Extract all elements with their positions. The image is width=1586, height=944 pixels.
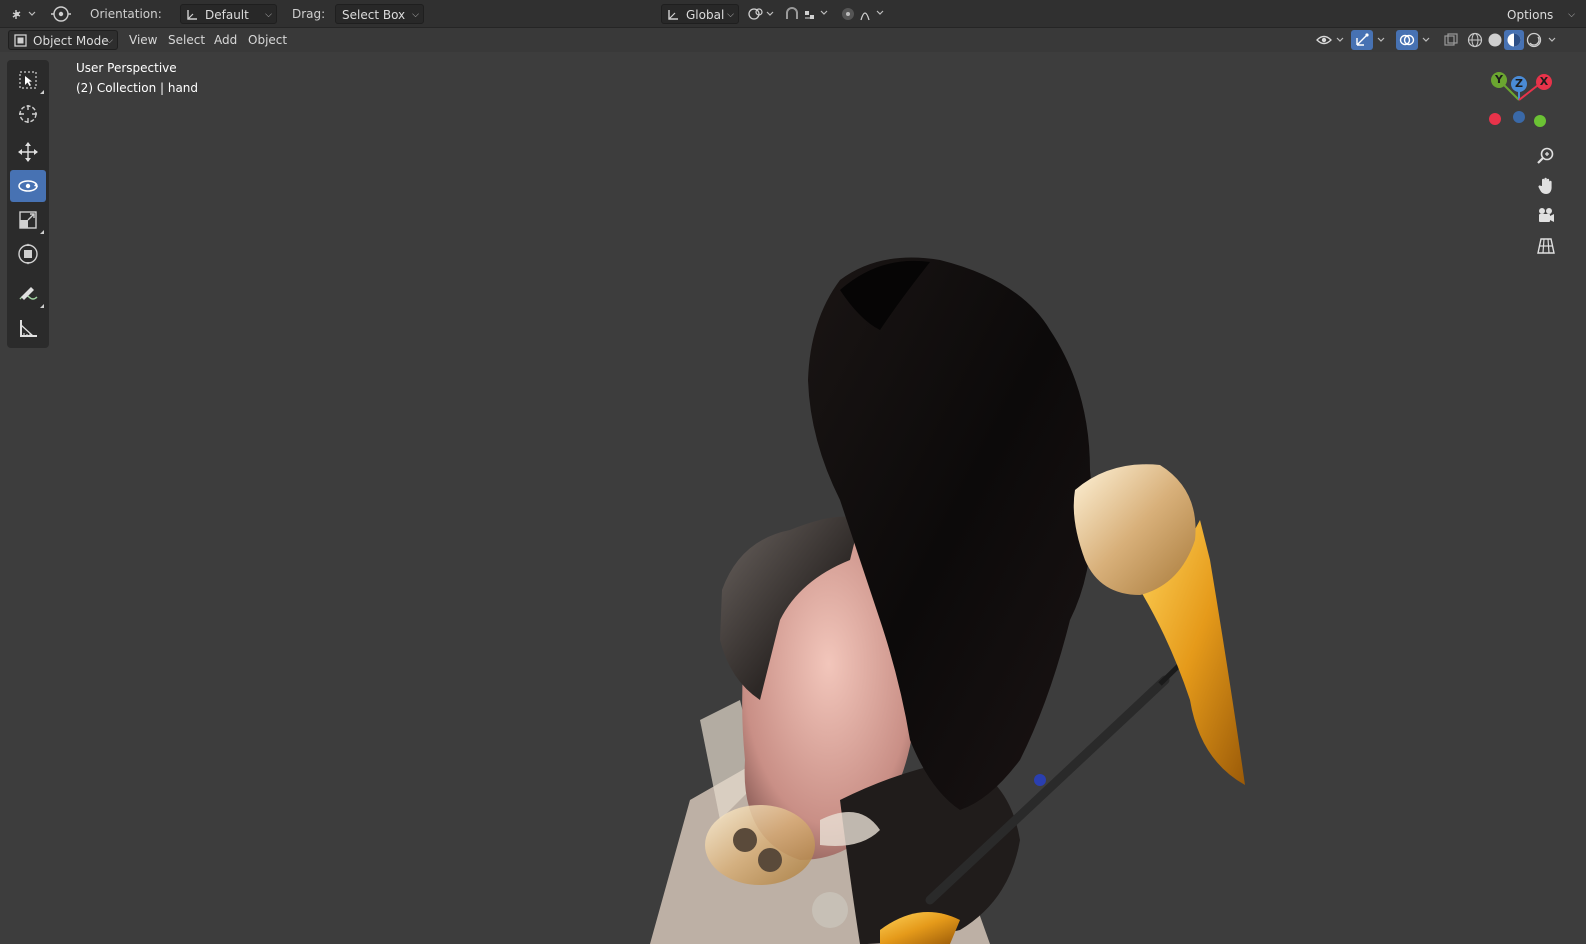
transform-pivot-button[interactable] (48, 4, 74, 24)
material-shading-button[interactable] (1504, 30, 1524, 50)
pivot-point-dropdown[interactable] (746, 4, 776, 24)
gizmo-axis-z[interactable]: Z (1511, 76, 1527, 92)
gizmo-axis-x[interactable]: X (1536, 74, 1552, 90)
perspective-toggle-button[interactable] (1532, 232, 1560, 260)
transform-orientation-value: Global (686, 8, 725, 22)
tool-scale[interactable] (10, 204, 46, 236)
gizmo-neg-z[interactable] (1513, 111, 1525, 123)
gizmo-icon (1354, 32, 1370, 48)
proportional-editing-toggle[interactable] (838, 4, 888, 24)
orientation-value: Default (205, 8, 249, 22)
tool-measure[interactable] (10, 312, 46, 344)
material-shading-icon (1506, 32, 1522, 48)
tool-rotate[interactable] (10, 170, 46, 202)
viewport-perspective-label: User Perspective (76, 61, 177, 75)
xray-toggle[interactable] (1441, 30, 1461, 50)
overlay-icon (1399, 32, 1415, 48)
chevron-down-icon: ⌵ (106, 36, 113, 46)
camera-view-button[interactable] (1532, 202, 1560, 230)
overlay-toggle[interactable] (1396, 30, 1418, 50)
editor-type-button[interactable] (8, 4, 40, 24)
drag-label: Drag: (292, 7, 326, 21)
gizmo-dropdown[interactable] (1373, 30, 1389, 50)
tool-expand-indicator (40, 304, 44, 308)
chevron-down-icon: ⌵ (265, 10, 272, 20)
transform-orientation-dropdown[interactable]: Global ⌵ (661, 4, 739, 24)
chevron-down-icon: ⌵ (412, 10, 419, 20)
mode-value: Object Mode (33, 34, 109, 48)
menu-object[interactable]: Object (244, 30, 291, 50)
selectability-visibility-dropdown[interactable] (1314, 30, 1348, 50)
scale-icon (18, 210, 38, 230)
zoom-icon (1536, 146, 1556, 166)
wireframe-shading-button[interactable] (1465, 30, 1485, 50)
gizmo-neg-x[interactable] (1489, 113, 1501, 125)
tool-expand-indicator (40, 230, 44, 234)
orientation-dropdown[interactable]: Default ⌵ (180, 4, 277, 24)
tool-annotate[interactable] (10, 278, 46, 310)
pivot-icon (747, 7, 775, 21)
3d-viewport[interactable]: User Perspective (2) Collection | hand Y… (0, 52, 1586, 944)
snap-icon (783, 6, 831, 22)
rendered-shading-icon (1526, 32, 1542, 48)
editor-type-icon (11, 7, 37, 21)
rotate-icon (17, 175, 39, 197)
camera-icon (1536, 206, 1556, 226)
menu-view[interactable]: View (125, 30, 161, 50)
solid-shading-button[interactable] (1485, 30, 1505, 50)
zoom-button[interactable] (1532, 142, 1560, 170)
chevron-down-icon (1376, 35, 1386, 45)
options-dropdown[interactable]: Options ⌵ (1500, 4, 1580, 24)
menu-add[interactable]: Add (210, 30, 241, 50)
options-label: Options (1507, 8, 1554, 22)
mode-dropdown[interactable]: Object Mode ⌵ (8, 30, 118, 50)
shading-dropdown[interactable] (1544, 30, 1560, 50)
pan-button[interactable] (1532, 172, 1560, 200)
chevron-down-icon: ⌵ (727, 10, 734, 20)
drag-value: Select Box (342, 8, 406, 22)
chevron-down-icon (1547, 35, 1557, 45)
character-render (650, 257, 1245, 944)
tool-select-box[interactable] (10, 64, 46, 96)
annotate-icon (17, 283, 39, 305)
gizmo-axis-y[interactable]: Y (1491, 72, 1507, 88)
drag-dropdown[interactable]: Select Box ⌵ (335, 4, 424, 24)
cursor-icon (17, 103, 39, 125)
object-origin-icon (50, 5, 72, 23)
gizmo-toggle[interactable] (1351, 30, 1373, 50)
proportional-editing-icon (839, 6, 887, 22)
tool-expand-indicator (40, 90, 44, 94)
orientation-label: Orientation: (90, 7, 162, 21)
tool-move[interactable] (10, 136, 46, 168)
rendered-shading-button[interactable] (1524, 30, 1544, 50)
move-icon (17, 141, 39, 163)
navigation-gizmo[interactable]: Y Z X (1482, 68, 1562, 130)
wireframe-shading-icon (1467, 32, 1483, 48)
viewport-collection-label: (2) Collection | hand (76, 81, 199, 95)
snap-toggle[interactable] (782, 4, 832, 24)
object-mode-icon (14, 34, 27, 47)
visibility-icon (1315, 32, 1347, 48)
orientation-axes-icon (185, 8, 199, 22)
tool-cursor[interactable] (10, 98, 46, 130)
gizmo-neg-y[interactable] (1534, 115, 1546, 127)
chevron-down-icon: ⌵ (1568, 10, 1575, 20)
transform-icon (17, 243, 39, 265)
overlay-dropdown[interactable] (1418, 30, 1434, 50)
viewport-header: Object Mode ⌵ View Select Add Object (0, 28, 1586, 52)
orientation-axes-icon (666, 8, 680, 22)
tool-transform[interactable] (10, 238, 46, 270)
chevron-down-icon (1421, 35, 1431, 45)
xray-icon (1444, 33, 1458, 47)
measure-icon (17, 317, 39, 339)
solid-shading-icon (1487, 32, 1503, 48)
select-box-icon (18, 70, 38, 90)
grid-icon (1536, 236, 1556, 256)
tool-settings-header: Orientation: Default ⌵ Drag: Select Box … (0, 0, 1586, 28)
tool-shelf (7, 60, 49, 348)
menu-select[interactable]: Select (164, 30, 209, 50)
pan-hand-icon (1536, 176, 1556, 196)
